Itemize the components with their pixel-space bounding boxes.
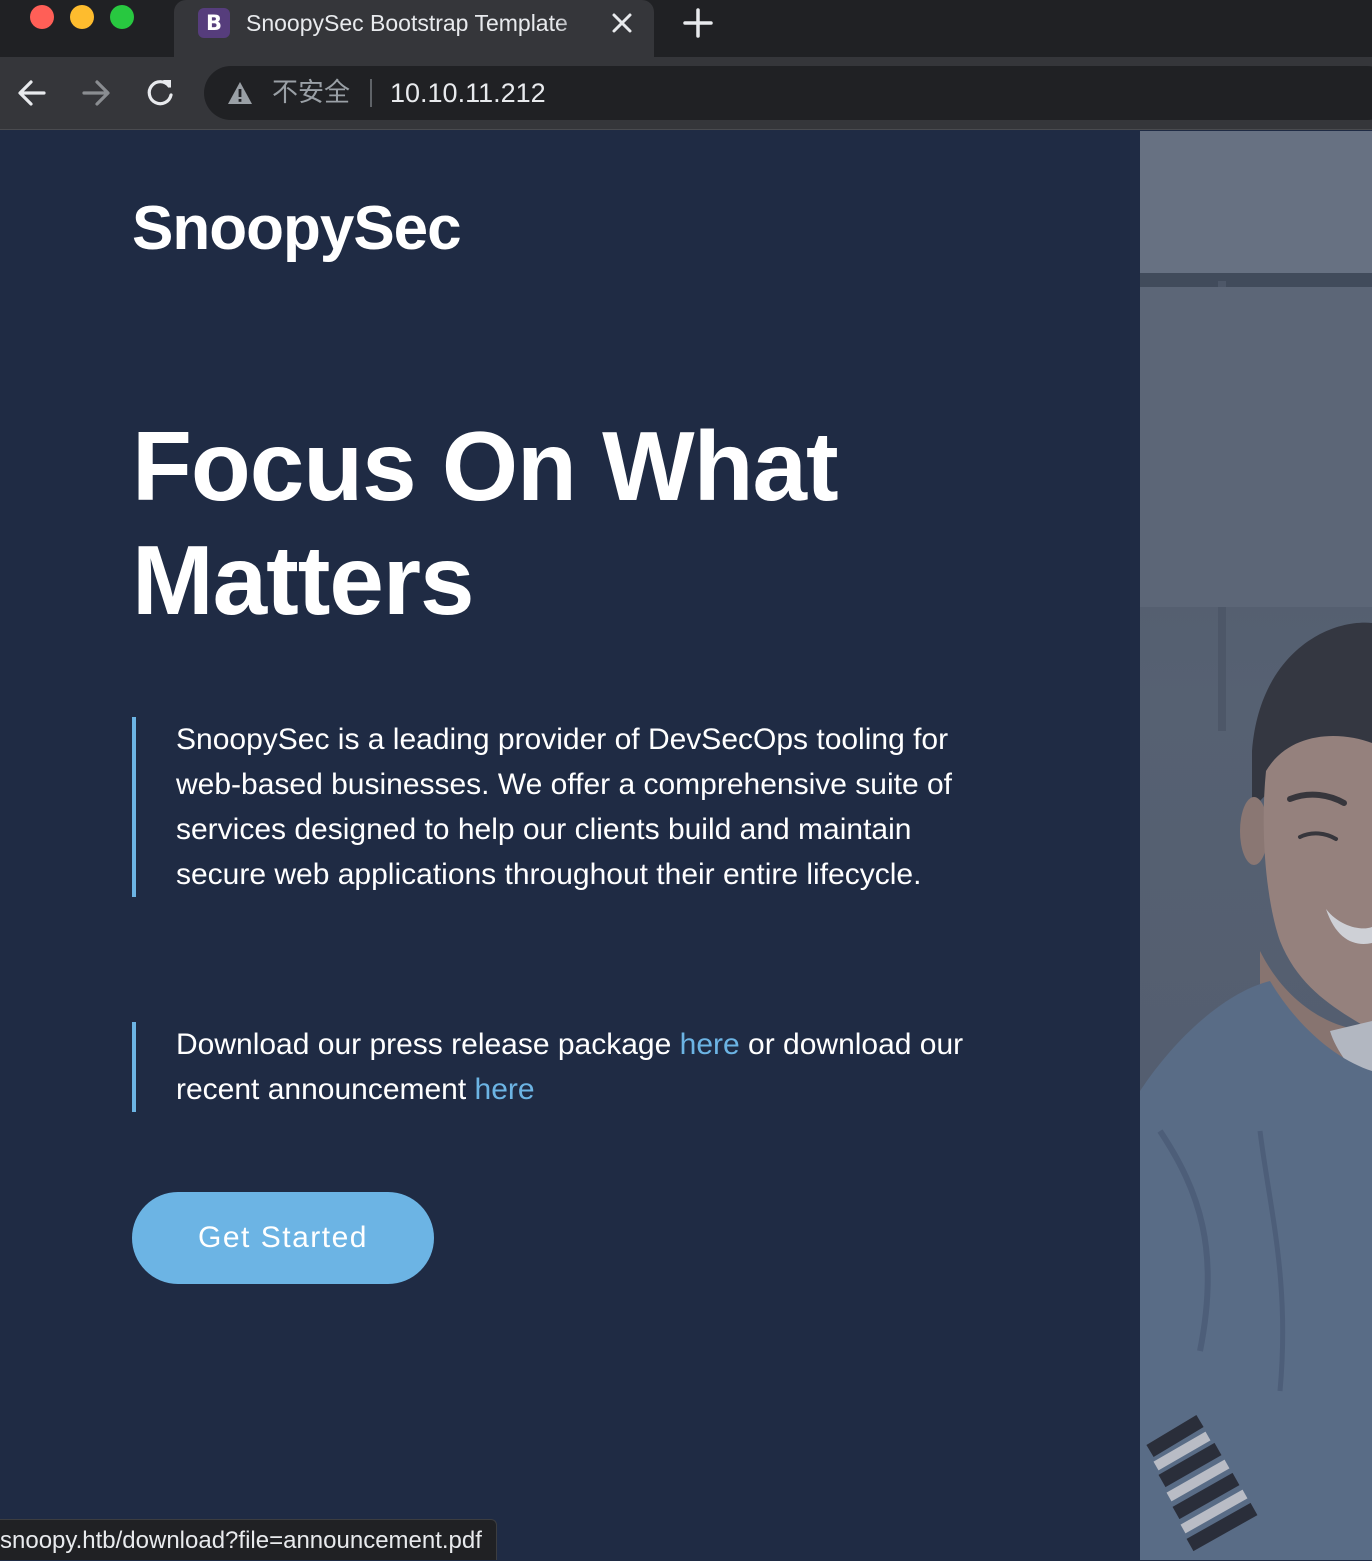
headline-line-1: Focus On What [132,411,839,521]
hero-section: SnoopySec Focus On What Matters SnoopySe… [0,131,1140,1560]
site-logo[interactable]: SnoopySec [132,193,462,264]
company-description: SnoopySec is a leading provider of DevSe… [132,717,962,897]
tab-title: SnoopySec Bootstrap Template [246,10,568,36]
download-prefix: Download our press release package [176,1028,680,1061]
hero-headline: Focus On What Matters [132,409,1032,637]
browser-tab[interactable]: B SnoopySec Bootstrap Template [174,0,654,57]
page-viewport: SnoopySec Focus On What Matters SnoopySe… [0,131,1372,1560]
minimize-window-button[interactable] [70,5,94,29]
hero-photo [1140,131,1372,1560]
tab-strip: B SnoopySec Bootstrap Template [0,0,1372,57]
warning-icon[interactable] [226,80,254,106]
close-window-button[interactable] [30,5,54,29]
link-status-bar: snoopy.htb/download?file=announcement.pd… [0,1519,497,1560]
headline-line-2: Matters [132,525,475,635]
get-started-button[interactable]: Get Started [132,1192,434,1284]
plus-icon[interactable] [680,6,716,40]
browser-toolbar: 不安全 10.10.11.212 [0,57,1372,130]
back-arrow-icon[interactable] [14,75,50,111]
press-release-link[interactable]: here [680,1028,740,1061]
security-label[interactable]: 不安全 [272,66,350,120]
bootstrap-favicon-icon: B [198,8,230,38]
announcement-link[interactable]: here [475,1073,535,1106]
forward-arrow-icon[interactable] [78,75,114,111]
download-text: Download our press release package here … [132,1022,972,1112]
maximize-window-button[interactable] [110,5,134,29]
divider [370,79,372,107]
address-bar[interactable]: 不安全 10.10.11.212 [204,66,1372,120]
url-text[interactable]: 10.10.11.212 [390,66,546,120]
close-icon[interactable] [608,8,636,38]
reload-icon[interactable] [142,75,178,111]
